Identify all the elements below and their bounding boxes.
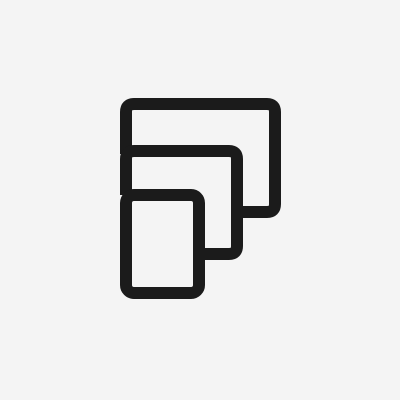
nested-rectangles-icon — [0, 0, 400, 400]
nested-rectangles-icon-graphic — [120, 98, 281, 299]
small-rectangle-outline — [120, 189, 205, 299]
medium-rectangle-outline — [120, 145, 243, 260]
icon-canvas — [0, 0, 400, 400]
